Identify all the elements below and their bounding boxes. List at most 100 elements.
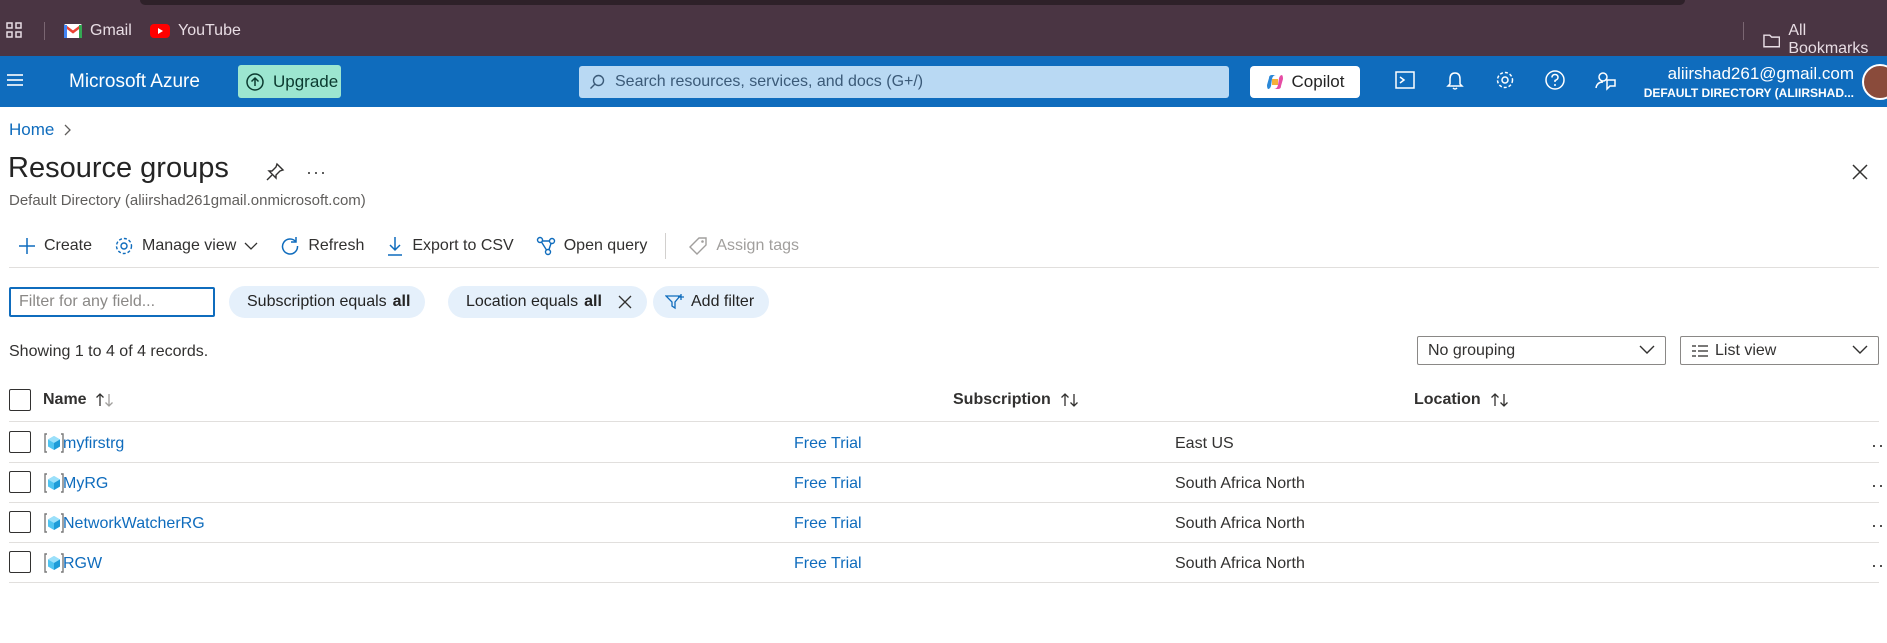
feedback-icon[interactable] [1594,69,1616,91]
row-more-icon[interactable]: ·· [1871,435,1885,456]
row-checkbox[interactable] [9,511,31,533]
chevron-down-icon [244,242,258,250]
column-subscription-header[interactable]: Subscription [953,391,1081,409]
column-subscription-label: Subscription [953,391,1051,408]
row-name-link[interactable]: MyRG [63,475,108,493]
help-icon[interactable] [1544,69,1566,91]
all-bookmarks-button[interactable]: All Bookmarks [1763,22,1887,58]
column-name-header[interactable]: Name [43,391,115,409]
create-label: Create [44,237,93,254]
row-subscription-link[interactable]: Free Trial [794,435,862,453]
row-subscription-link[interactable]: Free Trial [794,515,862,533]
add-filter-icon [665,294,684,310]
query-graph-icon [536,236,555,256]
row-subscription-link[interactable]: Free Trial [794,475,862,493]
bell-icon[interactable] [1444,69,1466,91]
row-name-link[interactable]: NetworkWatcherRG [63,515,205,533]
view-dropdown[interactable]: List view [1680,336,1879,365]
cloud-shell-icon[interactable] [1394,69,1416,91]
subscription-filter-pill[interactable]: Subscription equals all [229,286,426,318]
chevron-right-icon [64,124,72,136]
apps-grid-icon[interactable] [6,22,22,38]
records-count: Showing 1 to 4 of 4 records. [9,343,209,360]
page-title: Resource groups [8,152,229,184]
all-bookmarks-label: All Bookmarks [1788,22,1869,57]
grouping-dropdown[interactable]: No grouping [1417,336,1666,365]
export-label: Export to CSV [412,237,514,254]
table-row[interactable]: myfirstrg Free Trial East US ·· [9,423,1884,463]
resource-group-icon [43,512,65,534]
browser-bookmarks-bar: Gmail YouTube All Bookmarks [0,0,1887,58]
table-row[interactable]: RGW Free Trial South Africa North ·· [9,543,1884,583]
table-header: Name Subscription Location [9,383,1879,422]
row-location: East US [1175,435,1234,452]
row-checkbox[interactable] [9,471,31,493]
refresh-icon [282,237,299,255]
close-icon[interactable] [1851,163,1869,181]
resource-group-icon [43,432,65,454]
upgrade-button[interactable]: Upgrade [238,65,341,98]
copilot-button[interactable]: Copilot [1250,66,1360,98]
create-button[interactable]: Create [18,237,92,255]
column-location-label: Location [1414,391,1481,408]
plus-icon [19,238,35,254]
browser-tab-strip [140,0,1685,5]
row-location: South Africa North [1175,515,1305,532]
pin-icon[interactable] [265,162,285,182]
row-more-icon[interactable]: ·· [1871,475,1885,496]
command-bar: Create Manage view Refresh Export to CSV… [18,233,821,259]
row-more-icon[interactable]: ·· [1871,555,1885,576]
row-checkbox[interactable] [9,431,31,453]
portal-menu-icon[interactable] [6,71,24,89]
global-search[interactable] [579,66,1229,98]
location-filter-text: Location equals [466,293,579,310]
bookmark-separator [44,22,45,40]
sort-icon [95,393,113,407]
filter-input[interactable] [9,287,215,317]
youtube-icon [150,24,170,38]
assign-tags-label: Assign tags [716,237,800,254]
row-subscription-link[interactable]: Free Trial [794,555,862,573]
list-view-icon [1692,344,1708,357]
avatar[interactable] [1862,64,1887,100]
account-menu[interactable]: aliirshad261@gmail.com DEFAULT DIRECTORY… [1640,64,1854,100]
select-all-checkbox[interactable] [9,389,31,411]
upgrade-label: Upgrade [273,71,339,91]
resource-group-icon [43,552,65,574]
breadcrumb-home[interactable]: Home [9,120,54,140]
open-query-button[interactable]: Open query [536,236,647,256]
table-row[interactable]: MyRG Free Trial South Africa North ·· [9,463,1884,503]
search-input[interactable] [615,73,1215,91]
location-filter-pill[interactable]: Location equals all [448,286,647,318]
more-options-icon[interactable]: ··· [306,162,327,183]
bookmark-youtube[interactable]: YouTube [150,22,241,40]
account-directory: DEFAULT DIRECTORY (ALIIRSHAD... [1643,86,1854,100]
row-location: South Africa North [1175,555,1305,572]
chevron-down-icon [1852,345,1868,354]
row-checkbox[interactable] [9,551,31,573]
table-row[interactable]: NetworkWatcherRG Free Trial South Africa… [9,503,1884,543]
upgrade-arrow-icon [246,72,264,91]
export-csv-button[interactable]: Export to CSV [386,236,514,256]
bookmark-gmail[interactable]: Gmail [64,22,132,40]
manage-view-button[interactable]: Manage view [114,236,258,256]
assign-tags-button[interactable]: Assign tags [688,236,799,256]
bookmark-label: YouTube [178,22,241,39]
gear-icon [115,237,133,255]
row-name-link[interactable]: myfirstrg [63,435,124,453]
subscription-filter-text: Subscription equals [247,293,387,310]
gear-icon[interactable] [1494,69,1516,91]
row-name-link[interactable]: RGW [63,555,102,573]
view-value: List view [1715,341,1777,359]
row-location: South Africa North [1175,475,1305,492]
refresh-button[interactable]: Refresh [280,236,364,256]
bookmark-separator [1743,22,1744,40]
close-icon[interactable] [618,295,632,309]
add-filter-button[interactable]: Add filter [653,286,770,318]
tag-icon [689,237,708,255]
toolbar-separator [665,233,667,259]
brand-title[interactable]: Microsoft Azure [69,71,200,93]
column-location-header[interactable]: Location [1414,391,1511,409]
page-subtitle: Default Directory (aliirshad261gmail.onm… [9,192,366,209]
row-more-icon[interactable]: ·· [1871,515,1885,536]
